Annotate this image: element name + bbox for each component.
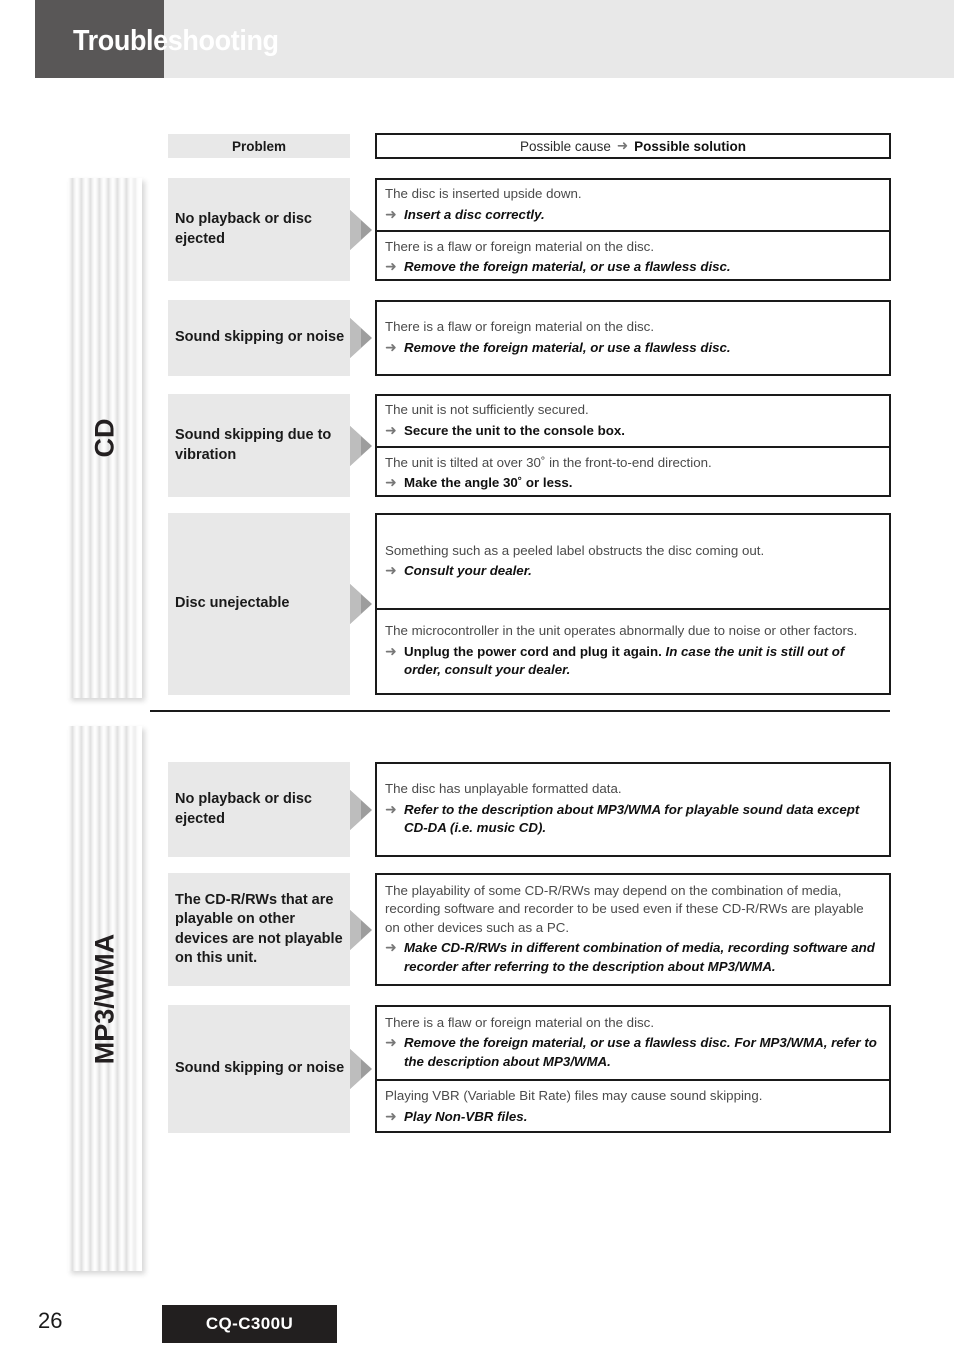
answer-group: The disc has unplayable formatted data. ➜… — [375, 762, 891, 857]
possible-cause-text: The disc is inserted upside down. — [385, 186, 582, 202]
pointer-triangle-icon — [350, 1047, 372, 1091]
problem-label: Disc unejectable — [175, 595, 290, 612]
pointer-triangle-icon — [350, 582, 372, 626]
solution-italic-part: Refer to the description about MP3/WMA f… — [404, 801, 860, 836]
solution-italic-part: Insert a disc correctly. — [404, 206, 545, 222]
model-badge: CQ-C300U — [162, 1305, 337, 1343]
solution-italic-part: Play Non-VBR files. — [404, 1108, 528, 1124]
column-header-solution-label: Possible solution — [634, 138, 746, 154]
answer-cell: Playing VBR (Variable Bit Rate) files ma… — [377, 1079, 889, 1133]
problem-cell: No playback or disc ejected — [168, 178, 350, 281]
possible-cause-text: The playability of some CD-R/RWs may dep… — [385, 883, 864, 935]
possible-solution-text: ➜ Secure the unit to the console box. — [385, 421, 881, 440]
solution-bold-part: Make the angle 30˚ or less. — [404, 475, 573, 490]
pointer-triangle-icon — [350, 424, 372, 468]
answer-cell: The disc is inserted upside down. ➜ Insert… — [377, 180, 889, 230]
section-ribbon-mp3wma-label: MP3/WMA — [89, 933, 120, 1064]
arrow-icon: ➜ — [385, 939, 397, 956]
solution-italic-part: Remove the foreign material, or use a fl… — [404, 259, 731, 274]
possible-cause-text: Something such as a peeled label obstruc… — [385, 542, 765, 558]
solution-bold-part: Unplug the power cord and plug it again. — [404, 643, 662, 659]
answer-cell: The unit is not sufficiently secured. ➜ Se… — [377, 396, 889, 446]
arrow-icon: ➜ — [385, 1107, 397, 1124]
arrow-icon: ➜ — [385, 474, 397, 490]
answer-cell: The microcontroller in the unit operates… — [377, 607, 889, 693]
possible-cause-text: There is a flaw or foreign material on t… — [385, 238, 655, 254]
arrow-icon: ➜ — [385, 258, 397, 274]
section-ribbon-mp3wma: MP3/WMA — [68, 726, 142, 1271]
possible-solution-text: ➜ Make CD-R/RWs in different combination … — [385, 938, 881, 976]
column-header-cause-label: Possible cause — [520, 138, 611, 154]
answer-group: Something such as a peeled label obstruc… — [375, 513, 891, 695]
answer-cell: There is a flaw or foreign material on t… — [377, 302, 889, 374]
answer-group: The playability of some CD-R/RWs may dep… — [375, 873, 891, 986]
solution-italic-part: Make CD-R/RWs in different combination o… — [404, 940, 875, 974]
possible-solution-text: ➜ Consult your dealer. — [385, 561, 881, 580]
pointer-triangle-icon — [350, 908, 372, 952]
answer-cell: There is a flaw or foreign material on t… — [377, 230, 889, 283]
problem-label: The CD-R/RWs that are playable on other … — [175, 891, 343, 966]
possible-solution-text: ➜ Insert a disc correctly. — [385, 205, 881, 224]
possible-cause-text: Playing VBR (Variable Bit Rate) files ma… — [385, 1088, 763, 1104]
problem-label: Sound skipping due to vibration — [175, 427, 332, 463]
possible-cause-text: There is a flaw or foreign material on t… — [385, 1015, 655, 1030]
possible-solution-text: ➜ Refer to the description about MP3/WMA … — [385, 800, 881, 838]
arrow-icon: ➜ — [385, 642, 397, 659]
pointer-triangle-icon — [350, 208, 372, 252]
header-band — [163, 0, 954, 78]
arrow-icon: ➜ — [385, 800, 397, 817]
problem-cell: The CD-R/RWs that are playable on other … — [168, 873, 350, 986]
arrow-icon: ➜ — [385, 338, 397, 355]
arrow-icon: ➜ — [385, 1034, 397, 1051]
problem-label: No playback or disc ejected — [175, 211, 312, 247]
possible-cause-text: The unit is not sufficiently secured. — [385, 402, 589, 418]
arrow-icon: ➜ — [385, 205, 397, 222]
problem-label: Sound skipping or noise — [175, 329, 345, 346]
page-title: Troubleshooting — [73, 25, 279, 57]
possible-solution-text: ➜ Make the angle 30˚ or less. — [385, 473, 881, 492]
possible-cause-text: The microcontroller in the unit operates… — [385, 623, 858, 639]
answer-group: The disc is inserted upside down. ➜ Insert… — [375, 178, 891, 281]
column-header-cause-solution: Possible cause ➜ Possible solution — [375, 133, 891, 159]
answer-cell: The unit is tilted at over 30˚ in the fr… — [377, 446, 889, 499]
possible-solution-text: ➜ Remove the foreign material, or use a f… — [385, 1033, 881, 1071]
problem-cell: No playback or disc ejected — [168, 762, 350, 857]
column-header-problem: Problem — [168, 134, 350, 158]
possible-cause-text: There is a flaw or foreign material on t… — [385, 319, 655, 335]
pointer-triangle-icon — [350, 316, 372, 360]
answer-group: The unit is not sufficiently secured. ➜ Se… — [375, 394, 891, 497]
problem-cell: Sound skipping or noise — [168, 1005, 350, 1133]
problem-label: Sound skipping or noise — [175, 1060, 345, 1077]
solution-italic-part: Remove the foreign material, or use a fl… — [404, 1035, 877, 1069]
possible-cause-text: The disc has unplayable formatted data. — [385, 781, 622, 797]
arrow-icon: ➜ — [385, 561, 397, 578]
answer-group: There is a flaw or foreign material on t… — [375, 300, 891, 376]
answer-group: There is a flaw or foreign material on t… — [375, 1005, 891, 1133]
answer-cell: The disc has unplayable formatted data. ➜… — [377, 764, 889, 855]
answer-cell: There is a flaw or foreign material on t… — [377, 1007, 889, 1079]
section-ribbon-cd: CD — [68, 178, 142, 698]
solution-italic-part: Remove the foreign material, or use a fl… — [404, 339, 731, 355]
problem-cell: Sound skipping due to vibration — [168, 394, 350, 497]
arrow-icon: ➜ — [385, 421, 397, 438]
pointer-triangle-icon — [350, 788, 372, 832]
answer-cell: Something such as a peeled label obstruc… — [377, 515, 889, 608]
answer-cell: The playability of some CD-R/RWs may dep… — [377, 875, 889, 984]
possible-solution-text: ➜ Remove the foreign material, or use a f… — [385, 257, 881, 276]
solution-italic-part: Consult your dealer. — [404, 562, 532, 578]
problem-cell: Sound skipping or noise — [168, 300, 350, 376]
page-sheet: Troubleshooting Problem Possible cause ➜… — [0, 0, 954, 1348]
section-ribbon-cd-label: CD — [89, 418, 120, 458]
problem-cell: Disc unejectable — [168, 513, 350, 695]
possible-solution-text: ➜ Play Non-VBR files. — [385, 1107, 881, 1126]
section-divider — [150, 710, 890, 712]
solution-bold-part: Secure the unit to the console box. — [404, 422, 625, 438]
arrow-icon: ➜ — [616, 138, 629, 153]
possible-cause-text: The unit is tilted at over 30˚ in the fr… — [385, 454, 712, 470]
page-number: 26 — [38, 1308, 63, 1333]
problem-label: No playback or disc ejected — [175, 791, 312, 827]
possible-solution-text: ➜ Remove the foreign material, or use a f… — [385, 338, 881, 357]
possible-solution-text: ➜ Unplug the power cord and plug it again… — [385, 642, 881, 680]
